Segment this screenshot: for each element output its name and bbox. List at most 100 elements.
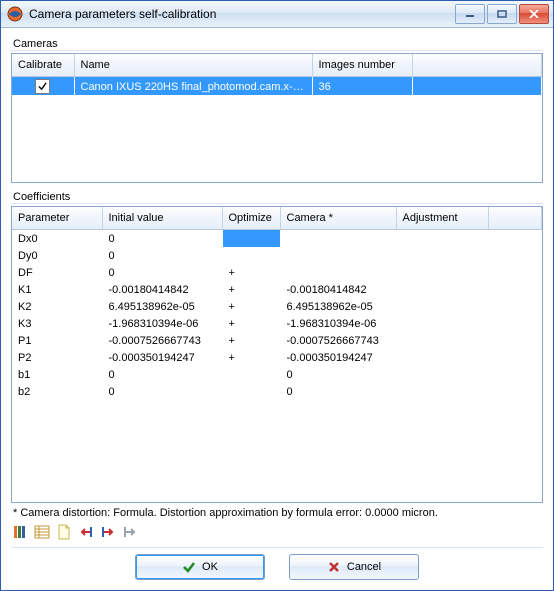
blank-cell[interactable] (488, 349, 542, 366)
coefficients-table[interactable]: Parameter Initial value Optimize Camera … (12, 207, 542, 400)
optimize-cell[interactable]: + (222, 281, 280, 298)
table-row[interactable]: b100 (12, 366, 542, 383)
initial-value-cell[interactable]: 0 (102, 264, 222, 281)
initial-value-cell[interactable]: -0.000350194247 (102, 349, 222, 366)
optimize-cell[interactable] (222, 383, 280, 400)
blank-cell (412, 77, 542, 96)
parameter-cell[interactable]: DF (12, 264, 102, 281)
blank-cell[interactable] (488, 315, 542, 332)
camera-name-cell[interactable]: Canon IXUS 220HS final_photomod.cam.x-ca… (74, 77, 312, 96)
table-row[interactable]: Canon IXUS 220HS final_photomod.cam.x-ca… (12, 77, 542, 96)
optimize-cell[interactable]: + (222, 349, 280, 366)
initial-value-cell[interactable]: 6.495138962e-05 (102, 298, 222, 315)
dialog-button-row: OK Cancel (11, 547, 543, 582)
initial-value-cell[interactable]: 0 (102, 366, 222, 383)
window-title: Camera parameters self-calibration (29, 7, 455, 21)
parameter-cell[interactable]: K2 (12, 298, 102, 315)
parameter-cell[interactable]: P2 (12, 349, 102, 366)
optimize-cell[interactable] (222, 247, 280, 264)
optimize-cell[interactable] (222, 366, 280, 383)
parameter-cell[interactable]: b2 (12, 383, 102, 400)
initial-value-cell[interactable]: -0.0007526667743 (102, 332, 222, 349)
blank-cell[interactable] (488, 264, 542, 281)
coeffs-header-parameter[interactable]: Parameter (12, 207, 102, 230)
camera-value-cell[interactable] (280, 230, 396, 248)
coeffs-header-camera[interactable]: Camera * (280, 207, 396, 230)
import-arrow-icon[interactable] (77, 523, 95, 541)
initial-value-cell[interactable]: -1.968310394e-06 (102, 315, 222, 332)
table-row[interactable]: b200 (12, 383, 542, 400)
calibrate-checkbox-cell[interactable] (12, 77, 74, 96)
adjustment-cell[interactable] (396, 247, 488, 264)
adjustment-cell[interactable] (396, 230, 488, 248)
adjustment-cell[interactable] (396, 298, 488, 315)
table-row[interactable]: P1-0.0007526667743+-0.0007526667743 (12, 332, 542, 349)
minimize-button[interactable] (455, 4, 485, 24)
cancel-button[interactable]: Cancel (289, 554, 419, 580)
blank-cell[interactable] (488, 383, 542, 400)
coeffs-header-adjustment[interactable]: Adjustment (396, 207, 488, 230)
initial-value-cell[interactable]: -0.00180414842 (102, 281, 222, 298)
optimize-cell[interactable]: + (222, 315, 280, 332)
table-row[interactable]: Dx00 (12, 230, 542, 248)
camera-value-cell[interactable]: -1.968310394e-06 (280, 315, 396, 332)
coeffs-header-initial[interactable]: Initial value (102, 207, 222, 230)
camera-value-cell[interactable]: 0 (280, 366, 396, 383)
initial-value-cell[interactable]: 0 (102, 247, 222, 264)
cameras-header-images[interactable]: Images number (312, 54, 412, 77)
camera-value-cell[interactable]: -0.0007526667743 (280, 332, 396, 349)
parameter-cell[interactable]: P1 (12, 332, 102, 349)
blank-cell[interactable] (488, 281, 542, 298)
apply-arrow-icon[interactable] (121, 523, 139, 541)
adjustment-cell[interactable] (396, 315, 488, 332)
parameter-cell[interactable]: Dy0 (12, 247, 102, 264)
parameter-cell[interactable]: K3 (12, 315, 102, 332)
camera-value-cell[interactable] (280, 264, 396, 281)
optimize-cell[interactable]: + (222, 332, 280, 349)
parameter-cell[interactable]: Dx0 (12, 230, 102, 248)
table-row[interactable]: P2-0.000350194247+-0.000350194247 (12, 349, 542, 366)
maximize-button[interactable] (487, 4, 517, 24)
camera-value-cell[interactable] (280, 247, 396, 264)
blank-cell[interactable] (488, 366, 542, 383)
close-button[interactable] (519, 4, 549, 24)
select-columns-icon[interactable] (11, 523, 29, 541)
ok-button[interactable]: OK (135, 554, 265, 580)
table-row[interactable]: DF0+ (12, 264, 542, 281)
camera-value-cell[interactable]: -0.00180414842 (280, 281, 396, 298)
initial-value-cell[interactable]: 0 (102, 383, 222, 400)
cameras-header-name[interactable]: Name (74, 54, 312, 77)
optimize-cell[interactable]: + (222, 264, 280, 281)
adjustment-cell[interactable] (396, 281, 488, 298)
adjustment-cell[interactable] (396, 366, 488, 383)
calibrate-checkbox[interactable] (35, 79, 50, 94)
table-row[interactable]: Dy00 (12, 247, 542, 264)
blank-cell[interactable] (488, 332, 542, 349)
initial-value-cell[interactable]: 0 (102, 230, 222, 248)
parameter-cell[interactable]: K1 (12, 281, 102, 298)
camera-value-cell[interactable]: 6.495138962e-05 (280, 298, 396, 315)
adjustment-cell[interactable] (396, 264, 488, 281)
blank-cell[interactable] (488, 298, 542, 315)
blank-cell[interactable] (488, 230, 542, 248)
blank-cell[interactable] (488, 247, 542, 264)
adjustment-cell[interactable] (396, 332, 488, 349)
camera-value-cell[interactable]: 0 (280, 383, 396, 400)
table-row[interactable]: K3-1.968310394e-06+-1.968310394e-06 (12, 315, 542, 332)
optimize-cell[interactable]: + (222, 298, 280, 315)
adjustment-cell[interactable] (396, 349, 488, 366)
table-icon[interactable] (33, 523, 51, 541)
cameras-header-calibrate[interactable]: Calibrate (12, 54, 74, 77)
optimize-cell[interactable] (222, 230, 280, 248)
images-number-cell[interactable]: 36 (312, 77, 412, 96)
table-row[interactable]: K26.495138962e-05+6.495138962e-05 (12, 298, 542, 315)
table-row[interactable]: K1-0.00180414842+-0.00180414842 (12, 281, 542, 298)
export-arrow-icon[interactable] (99, 523, 117, 541)
new-document-icon[interactable] (55, 523, 73, 541)
cameras-table[interactable]: Calibrate Name Images number Canon IXUS … (12, 54, 542, 95)
parameter-cell[interactable]: b1 (12, 366, 102, 383)
adjustment-cell[interactable] (396, 383, 488, 400)
coefficients-table-wrapper: Parameter Initial value Optimize Camera … (11, 206, 543, 503)
coeffs-header-optimize[interactable]: Optimize (222, 207, 280, 230)
camera-value-cell[interactable]: -0.000350194247 (280, 349, 396, 366)
